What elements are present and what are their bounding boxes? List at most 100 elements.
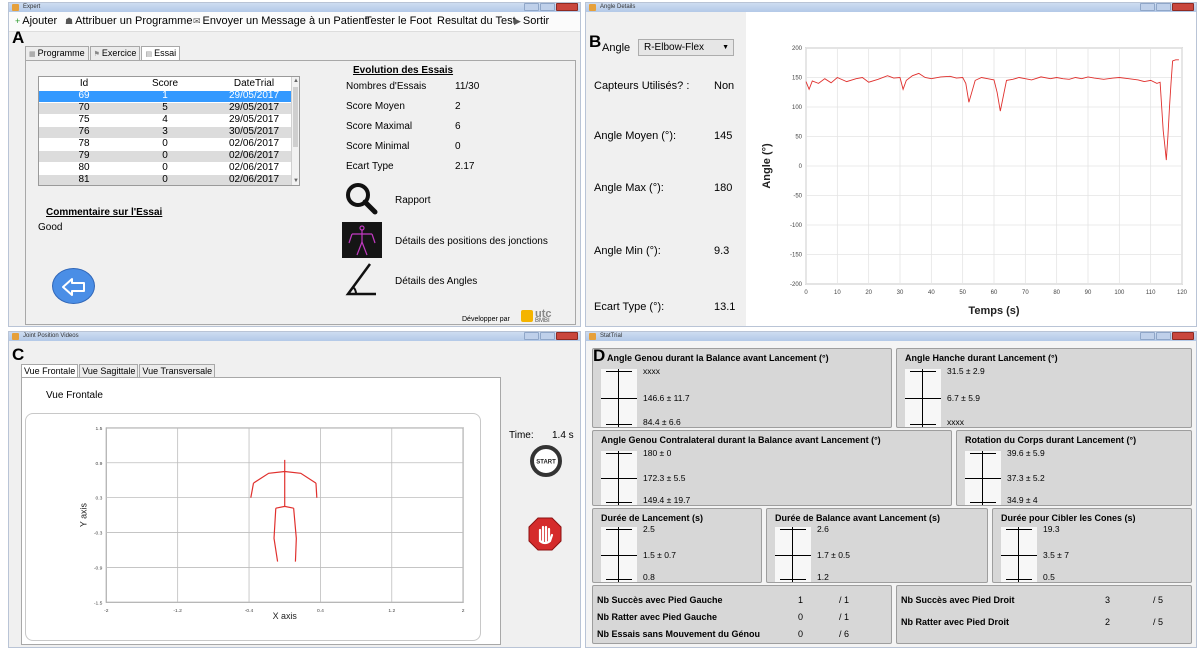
stat-value-bottom: 0.5	[1043, 572, 1055, 582]
boxplot-cap-bottom	[606, 502, 632, 503]
table-cell-date: 02/06/2017	[228, 174, 280, 185]
stat-value: 11/30	[455, 81, 480, 92]
stat-value-top: 180 ± 0	[643, 448, 672, 458]
magnifier-icon	[346, 183, 378, 215]
chevron-down-icon: ▼	[722, 44, 729, 51]
boxplot	[1001, 527, 1037, 582]
maximize-button[interactable]	[1156, 332, 1171, 340]
x-tick-label: 20	[865, 290, 872, 296]
menu-envoyer-label: Envoyer un Message à un Patient	[202, 15, 368, 27]
table-row[interactable]: 76 3 30/05/2017	[39, 126, 293, 138]
count-total: / 5	[1153, 617, 1164, 627]
table-row[interactable]: 79 0 02/06/2017	[39, 150, 293, 162]
stat-value-mid: 146.6 ± 11.7	[643, 393, 690, 403]
table-cell-date: 29/05/2017	[228, 114, 280, 125]
grid-icon: ▦	[29, 51, 36, 58]
tab-vue-sagittale[interactable]: Vue Sagittale	[79, 364, 139, 377]
exit-icon: ▶	[514, 16, 521, 26]
stat-value-top: 2.5	[643, 524, 655, 534]
scroll-thumb[interactable]	[293, 87, 298, 147]
comment-text[interactable]: Good	[38, 222, 62, 233]
table-row[interactable]: 81 0 02/06/2017	[39, 174, 293, 185]
menu-tester-foot[interactable]: Tester le Foot	[365, 15, 432, 27]
close-button[interactable]	[556, 332, 578, 340]
boxplot-cap-top	[970, 453, 996, 454]
app-icon	[12, 333, 19, 340]
skeleton-icon	[348, 225, 376, 256]
x-tick-label: -1.2	[173, 608, 182, 614]
menu-ajouter[interactable]: + Ajouter	[15, 15, 57, 27]
boxplot-cap-bottom	[1006, 579, 1032, 580]
table-row[interactable]: 69 1 29/05/2017	[39, 90, 293, 102]
menu-resultat-test[interactable]: Resultat du Test	[437, 15, 516, 27]
maximize-button[interactable]	[540, 332, 555, 340]
stat-value-mid: 3.5 ± 7	[1043, 550, 1069, 560]
evolution-title: Evolution des Essais	[353, 65, 454, 76]
angle-icon	[345, 263, 376, 296]
tab-vue-transversale[interactable]: Vue Transversale	[139, 364, 216, 377]
trial-table-scrollbar[interactable]: ▲ ▼	[291, 77, 299, 185]
menu-envoyer-message[interactable]: ✉ Envoyer un Message à un Patient	[193, 15, 368, 27]
count-label: Nb Succès avec Pied Gauche	[597, 595, 723, 605]
x-tick-label: -2	[104, 608, 109, 614]
column-header-date[interactable]: DateTrial	[219, 78, 289, 90]
maximize-button[interactable]	[1156, 3, 1171, 11]
users-icon: ☗	[65, 16, 74, 26]
menu-ajouter-label: Ajouter	[22, 15, 58, 27]
utc-logo: utc BMBI	[521, 308, 576, 325]
scroll-up-icon[interactable]: ▲	[292, 77, 299, 85]
tab-essai-label: Essai	[154, 48, 177, 58]
menu-attribuer-programme[interactable]: ☗ Attribuer un Programme	[65, 15, 192, 27]
angles-label[interactable]: Détails des Angles	[395, 276, 477, 287]
minimize-button[interactable]	[524, 332, 539, 340]
table-row[interactable]: 78 0 02/06/2017	[39, 138, 293, 150]
boxplot	[905, 369, 941, 427]
minimize-button[interactable]	[524, 3, 539, 11]
rapport-button[interactable]	[342, 180, 382, 216]
right-foot-counts: Nb Succès avec Pied Droit 3 / 5 Nb Ratte…	[896, 585, 1192, 644]
x-tick-label: 40	[928, 290, 935, 296]
angles-button[interactable]	[342, 261, 382, 297]
table-row[interactable]: 75 4 29/05/2017	[39, 114, 293, 126]
rapport-label[interactable]: Rapport	[395, 195, 431, 206]
column-header-id[interactable]: Id	[59, 78, 109, 90]
table-cell-date: 02/06/2017	[228, 138, 280, 149]
skeleton-chart: -2 -1.2 -0.4 0.4 1.2 2 1.5 0.9 0.3 -0.3 -0.9 -1.5 X …	[25, 413, 481, 641]
panel-c-titlebar: Joint Position Videos	[9, 332, 580, 341]
close-button[interactable]	[1172, 332, 1194, 340]
window-controls	[1139, 3, 1194, 11]
back-button[interactable]	[52, 268, 95, 304]
count-label: Nb Ratter avec Pied Droit	[901, 617, 1010, 627]
start-button[interactable]: START	[530, 445, 562, 477]
minimize-button[interactable]	[1140, 332, 1155, 340]
close-button[interactable]	[556, 3, 578, 11]
panel-b-window-title: Angle Details	[600, 4, 636, 10]
stop-button[interactable]	[528, 517, 562, 551]
trial-table-header: Id Score DateTrial	[39, 78, 293, 90]
column-header-score[interactable]: Score	[140, 78, 190, 90]
positions-joints-label[interactable]: Détails des positions des jonctions	[395, 236, 548, 247]
positions-joints-button[interactable]	[342, 222, 382, 258]
table-row[interactable]: 70 5 29/05/2017	[39, 102, 293, 114]
tab-vue-frontale[interactable]: Vue Frontale	[21, 364, 79, 377]
table-row[interactable]: 80 0 02/06/2017	[39, 162, 293, 174]
stat-label: Score Moyen	[346, 101, 405, 112]
tab-programme[interactable]: ▦ Programme	[25, 46, 89, 60]
scroll-down-icon[interactable]: ▼	[292, 177, 299, 185]
maximize-button[interactable]	[540, 3, 555, 11]
x-tick-label: 100	[1114, 290, 1125, 296]
panel-b-window: Angle Details B Angle R-Elbow-Flex ▼ Cap…	[585, 2, 1197, 327]
count-value: 1	[798, 595, 804, 605]
stat-value-mid: 1.5 ± 0.7	[643, 550, 677, 560]
angle-min-label: Angle Min (°):	[594, 245, 661, 257]
plot-area	[105, 427, 464, 603]
trial-table[interactable]: Id Score DateTrial 69 1 29/05/2017 70 5 29/05…	[38, 76, 300, 186]
menu-sortir[interactable]: ▶ Sortir	[514, 15, 549, 27]
close-button[interactable]	[1172, 3, 1194, 11]
y-tick-label: -0.9	[94, 565, 103, 571]
tab-exercice[interactable]: ⚑ Exercice	[89, 46, 141, 60]
minimize-button[interactable]	[1140, 3, 1155, 11]
stat-group-title: Durée pour Cibler les Cones (s)	[1001, 513, 1136, 523]
tab-essai[interactable]: ▤ Essai	[141, 46, 181, 60]
angle-select[interactable]: R-Elbow-Flex ▼	[638, 39, 734, 56]
